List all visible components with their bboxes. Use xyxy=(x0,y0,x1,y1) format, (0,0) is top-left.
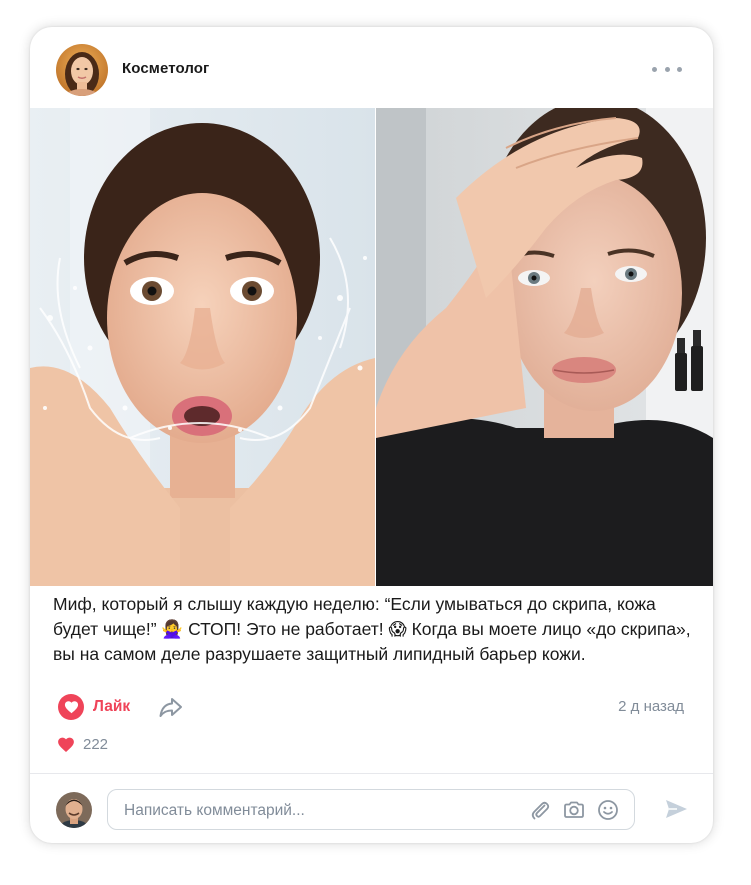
post-card: Косметолог Миф, который я слышу каждую н… xyxy=(30,27,713,843)
more-options-button[interactable] xyxy=(652,59,682,79)
like-button[interactable]: Лайк xyxy=(58,693,130,721)
post-header: Косметолог xyxy=(30,27,713,108)
comment-input[interactable] xyxy=(122,790,516,831)
more-dot-3 xyxy=(677,66,682,72)
heart-icon xyxy=(58,694,84,720)
post-photos xyxy=(30,108,713,586)
post-actions: Лайк 2 д назад xyxy=(30,693,713,727)
send-button[interactable] xyxy=(662,795,690,823)
post-timestamp: 2 д назад xyxy=(618,698,684,715)
photo-woman-hand-forehead[interactable] xyxy=(376,108,713,586)
camera-icon[interactable] xyxy=(562,798,586,822)
likes-count: 222 xyxy=(83,736,109,753)
author-name[interactable]: Косметолог xyxy=(122,60,209,77)
more-dot-2 xyxy=(664,66,670,72)
smiley-icon[interactable] xyxy=(596,798,620,822)
more-dots-icon xyxy=(652,66,657,72)
photo-woman-water-splash[interactable] xyxy=(30,108,375,586)
divider xyxy=(30,773,713,774)
send-icon xyxy=(666,800,687,818)
paperclip-icon[interactable] xyxy=(528,798,552,822)
current-user-avatar[interactable] xyxy=(56,792,92,828)
share-arrow-icon xyxy=(159,698,182,717)
post-text: Миф, который я слышу каждую неделю: “Есл… xyxy=(53,594,691,664)
share-button[interactable] xyxy=(157,693,185,721)
heart-icon xyxy=(58,737,74,752)
likes-summary[interactable]: 222 xyxy=(57,736,108,753)
comment-box xyxy=(107,789,635,831)
author-avatar[interactable] xyxy=(56,44,108,96)
like-label: Лайк xyxy=(93,698,131,715)
